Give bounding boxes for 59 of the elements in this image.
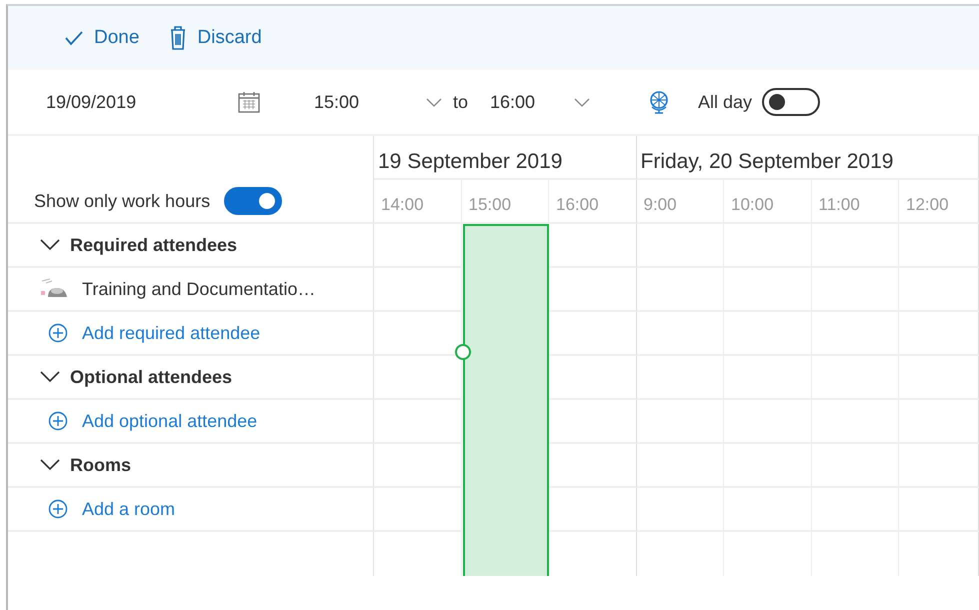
done-button[interactable]: Done xyxy=(58,20,146,56)
plus-circle-icon xyxy=(48,411,68,431)
trash-icon xyxy=(169,26,188,50)
time-slot[interactable] xyxy=(374,400,462,444)
time-slot[interactable] xyxy=(899,400,979,444)
time-slot[interactable] xyxy=(636,356,724,400)
resize-handle[interactable] xyxy=(454,344,470,360)
day-heading: 19 September 2019 xyxy=(374,136,636,180)
section-header[interactable]: Rooms xyxy=(40,452,132,478)
time-slot[interactable] xyxy=(899,488,979,532)
attendee-name[interactable]: Training and Documentatio… xyxy=(82,276,316,302)
discard-button[interactable]: Discard xyxy=(163,20,268,56)
chevron-down-icon xyxy=(40,371,60,383)
hour-label: 12:00 xyxy=(906,195,949,214)
time-slot[interactable] xyxy=(636,400,724,444)
hour-label: 11:00 xyxy=(818,195,860,214)
add-link[interactable]: Add a room xyxy=(48,496,176,522)
chevron-down-icon xyxy=(574,96,590,108)
all-day-toggle[interactable] xyxy=(762,88,820,116)
calendar-icon xyxy=(238,91,260,113)
section-header[interactable]: Optional attendees xyxy=(40,364,232,390)
time-slot[interactable] xyxy=(374,224,462,268)
time-slot[interactable] xyxy=(636,312,724,356)
chevron-down-icon xyxy=(40,459,60,471)
time-slot[interactable] xyxy=(636,268,724,312)
globe-icon xyxy=(648,90,670,114)
work-hours-label: Show only work hours xyxy=(34,190,210,213)
time-slot[interactable] xyxy=(899,224,979,268)
all-day-label: All day xyxy=(698,90,752,114)
plus-circle-icon xyxy=(48,499,68,519)
time-slot[interactable] xyxy=(636,444,724,488)
time-slot[interactable] xyxy=(374,488,462,532)
end-time-field[interactable]: 16:00 xyxy=(490,88,574,116)
section-header[interactable]: Required attendees xyxy=(40,232,238,258)
start-time-field[interactable]: 15:00 xyxy=(314,88,426,116)
to-label: to xyxy=(453,90,468,114)
check-icon xyxy=(64,30,84,46)
date-field[interactable]: 19/09/2019 xyxy=(46,88,238,116)
time-slot[interactable] xyxy=(899,268,979,312)
time-slot[interactable] xyxy=(374,444,462,488)
work-hours-toggle[interactable] xyxy=(224,187,282,215)
time-slot[interactable] xyxy=(636,224,724,268)
meeting-block[interactable] xyxy=(462,224,548,576)
hour-label: 16:00 xyxy=(556,195,599,214)
chevron-down-icon xyxy=(426,96,442,108)
hour-label: 15:00 xyxy=(468,195,512,214)
time-slot[interactable] xyxy=(899,356,979,400)
add-link[interactable]: Add required attendee xyxy=(48,320,260,346)
hour-label: 10:00 xyxy=(731,195,774,214)
time-slot[interactable] xyxy=(899,312,979,356)
plus-circle-icon xyxy=(48,323,68,343)
hour-label: 9:00 xyxy=(644,195,677,214)
hour-label: 14:00 xyxy=(381,195,424,214)
day-heading: Friday, 20 September 2019 xyxy=(636,136,979,180)
add-link[interactable]: Add optional attendee xyxy=(48,408,258,434)
time-slot[interactable] xyxy=(374,268,462,312)
time-slot[interactable] xyxy=(636,488,724,532)
time-slot[interactable] xyxy=(899,444,979,488)
chevron-down-icon xyxy=(40,239,60,251)
